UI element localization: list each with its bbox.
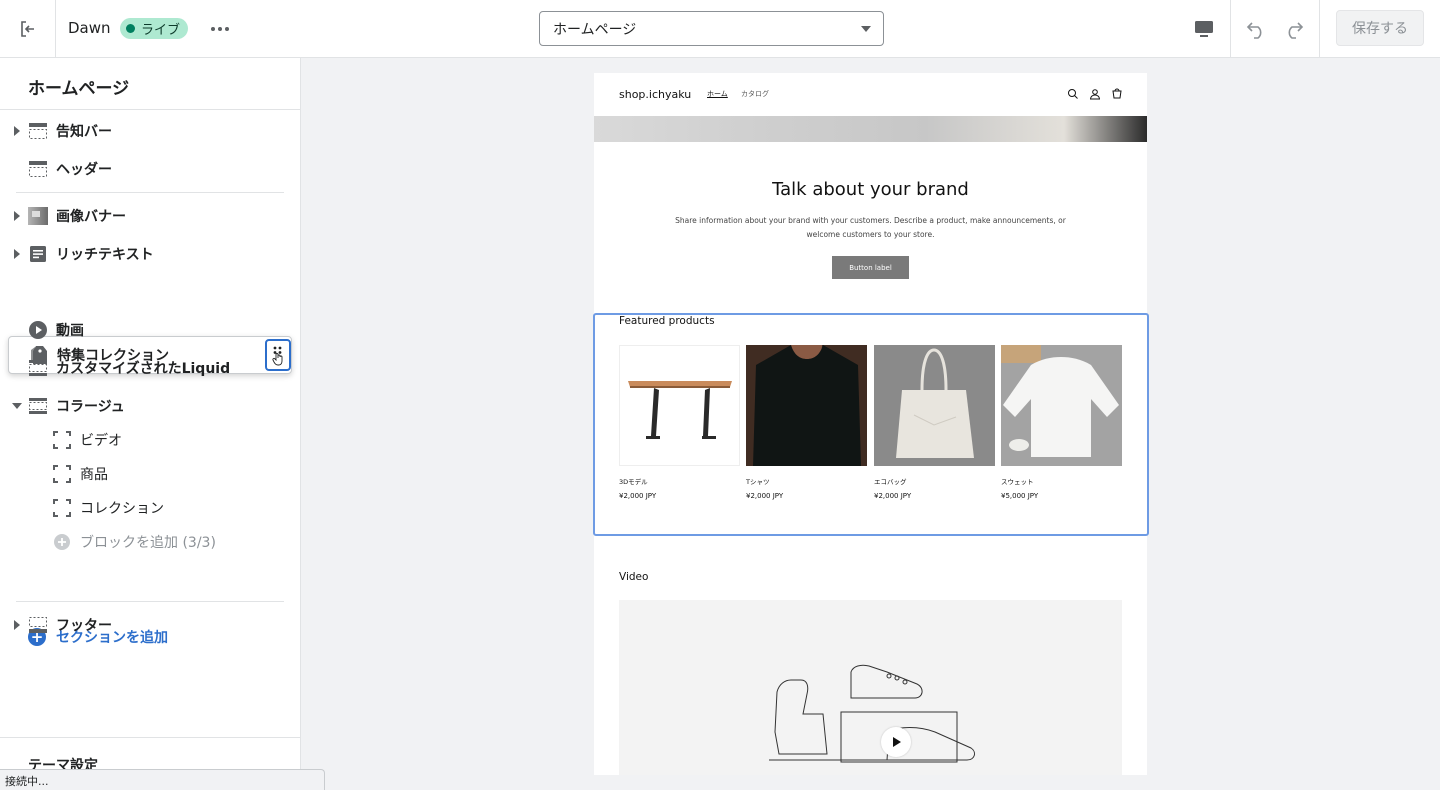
section-announcement-bar[interactable]: 告知バー [0,114,300,148]
account-icon[interactable] [1089,88,1101,100]
block-label: コレクション [80,501,164,517]
redo-button[interactable] [1278,14,1308,44]
section-collage[interactable]: コラージュ [0,389,300,423]
plus-circle-icon [52,532,72,552]
section-label: フッター [56,618,112,634]
section-footer[interactable]: フッター [0,608,300,642]
more-actions-button[interactable] [206,16,234,42]
save-button[interactable]: 保存する [1336,10,1424,46]
live-dot-icon [126,24,135,33]
section-image-banner[interactable]: 画像バナー [0,199,300,233]
divider [16,601,284,602]
exit-icon [20,20,34,37]
block-label: 商品 [80,467,108,483]
page-select-value: ホームページ [553,21,637,38]
shoes-illustration [769,664,975,763]
section-label: ヘッダー [56,162,112,178]
nav-link-home[interactable]: ホーム [707,89,728,99]
divider [16,192,284,193]
section-icon [28,358,48,378]
section-rich-text[interactable]: リッチテキスト [0,237,300,271]
announcement-bar-icon [28,121,48,141]
block-product[interactable]: 商品 [0,457,300,491]
section-label: 画像バナー [56,209,126,225]
section-label: コラージュ [56,399,125,415]
chevron-right-icon[interactable] [14,620,20,630]
footer-icon [28,615,48,635]
undo-button[interactable] [1242,14,1272,44]
image-banner-icon [28,206,48,226]
rich-text-heading: Talk about your brand [772,179,969,200]
add-block-label: ブロックを追加 (3/3) [80,535,216,551]
top-bar: Dawn ライブ ホームページ 保存する [0,0,1440,58]
chevron-right-icon[interactable] [14,126,20,136]
cart-icon[interactable] [1111,88,1123,100]
page-select[interactable]: ホームページ [539,11,884,46]
exit-button[interactable] [0,0,56,57]
device-preview-button[interactable] [1187,14,1221,44]
section-icon [28,396,48,416]
block-video[interactable]: ビデオ [0,423,300,457]
toolbar-divider [1230,0,1231,57]
toolbar-divider [1319,0,1320,57]
block-icon [52,430,72,450]
block-icon [52,464,72,484]
section-label: カスタマイズされたLiquid [56,361,231,377]
nav-link-catalog[interactable]: カタログ [741,89,769,99]
chevron-right-icon[interactable] [14,211,20,221]
section-custom-liquid[interactable]: カスタマイズされたLiquid [0,351,300,385]
chevron-down-icon [861,26,871,32]
search-icon[interactable] [1067,88,1079,100]
header-icons [1067,88,1123,100]
theme-name: Dawn [68,19,111,37]
status-bar: 接続中... [0,769,325,790]
chevron-down-icon[interactable] [12,403,22,409]
section-video[interactable]: 動画 [0,313,300,347]
image-banner-preview [594,116,1147,142]
section-label: 動画 [56,323,84,339]
desktop-icon [1195,21,1213,37]
video-placeholder[interactable] [619,600,1122,775]
block-icon [52,498,72,518]
store-logo[interactable]: shop.ichyaku [619,88,691,101]
rich-text-icon [28,244,48,264]
video-icon [28,320,48,340]
more-horizontal-icon [211,27,229,31]
sidebar-title: ホームページ [28,79,130,99]
section-label: リッチテキスト [56,247,154,263]
preview-header: shop.ichyaku ホーム カタログ [594,73,1147,116]
undo-icon [1246,22,1262,39]
rich-text-body: Share information about your brand with … [675,216,1066,239]
section-label: 告知バー [56,124,112,140]
divider [0,109,300,110]
chevron-right-icon[interactable] [14,249,20,259]
sections-sidebar: ホームページ 告知バー ヘッダー 画像バナー リッチテキスト 特集コレクション … [0,58,301,790]
play-button[interactable] [881,727,911,757]
play-icon [893,737,901,747]
block-label: ビデオ [80,433,122,449]
redo-icon [1288,22,1304,39]
header-icon [28,159,48,179]
add-block-button[interactable]: ブロックを追加 (3/3) [0,525,300,559]
live-badge: ライブ [120,18,189,39]
rich-text-button[interactable]: Button label [832,256,909,279]
featured-collection-selection-outline [593,313,1149,536]
live-badge-label: ライブ [141,23,181,38]
video-section-title: Video [619,571,649,583]
section-header[interactable]: ヘッダー [0,152,300,186]
block-collection[interactable]: コレクション [0,491,300,525]
